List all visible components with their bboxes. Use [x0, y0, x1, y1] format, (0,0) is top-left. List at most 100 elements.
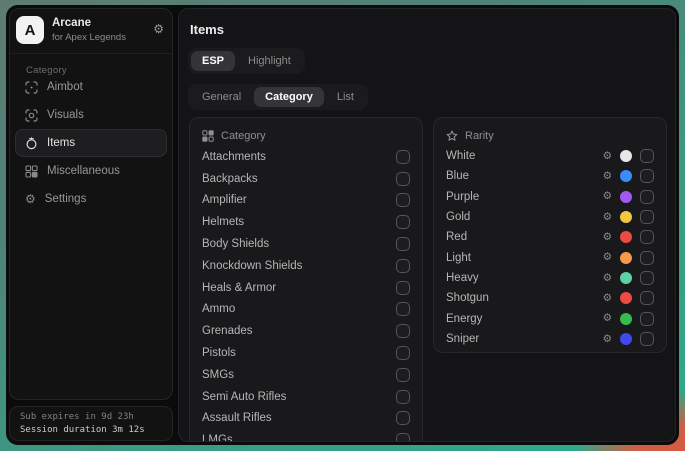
- mode-esp[interactable]: ESP: [191, 51, 235, 71]
- rarity-row-label: Light: [446, 252, 471, 264]
- page-title: Items: [190, 22, 224, 37]
- rarity-row-list: White⚙Blue⚙Purple⚙Gold⚙Red⚙Light⚙Heavy⚙S…: [446, 146, 654, 349]
- sidebar-item-items[interactable]: Items: [15, 129, 167, 157]
- grid-icon: [25, 165, 38, 178]
- tab-general[interactable]: General: [191, 87, 252, 107]
- category-row: Knockdown Shields: [202, 255, 410, 277]
- rarity-gear-icon[interactable]: ⚙: [603, 334, 612, 345]
- category-row-label: Pistols: [202, 347, 236, 359]
- rarity-checkbox[interactable]: [640, 251, 654, 265]
- rarity-row: Heavy⚙: [446, 268, 654, 288]
- rarity-row: Light ⚙: [446, 247, 654, 267]
- sidebar-item-label: Settings: [45, 193, 87, 205]
- category-row: Helmets: [202, 211, 410, 233]
- rarity-row: Sniper⚙: [446, 329, 654, 349]
- rarity-color-swatch[interactable]: [620, 272, 632, 284]
- category-panel: Category AttachmentsBackpacksAmplifierHe…: [189, 117, 423, 442]
- rarity-checkbox[interactable]: [640, 332, 654, 346]
- category-checkbox[interactable]: [396, 281, 410, 295]
- subscription-info-card: Sub expires in 9d 23h Session duration 3…: [9, 406, 173, 441]
- rarity-row: Energy⚙: [446, 308, 654, 328]
- rarity-row-controls: ⚙: [603, 149, 654, 163]
- rarity-row: Shotgun ⚙: [446, 288, 654, 308]
- category-checkbox[interactable]: [396, 193, 410, 207]
- crosshair-frame-icon: [25, 81, 38, 94]
- rarity-color-swatch[interactable]: [620, 211, 632, 223]
- category-row: Attachments: [202, 146, 410, 168]
- category-row: Ammo: [202, 299, 410, 321]
- rarity-color-swatch[interactable]: [620, 333, 632, 345]
- rarity-color-swatch[interactable]: [620, 292, 632, 304]
- main-panel: Items ESP Highlight General Category Lis…: [178, 8, 676, 442]
- settings-gear-icon[interactable]: ⚙: [153, 22, 164, 36]
- category-row-label: Heals & Armor: [202, 282, 276, 294]
- rarity-checkbox[interactable]: [640, 190, 654, 204]
- category-row: Pistols: [202, 342, 410, 364]
- rarity-color-swatch[interactable]: [620, 313, 632, 325]
- rarity-color-swatch[interactable]: [620, 252, 632, 264]
- sidebar-item-miscellaneous[interactable]: Miscellaneous: [15, 157, 167, 185]
- session-duration-text: Session duration 3m 12s: [20, 425, 172, 435]
- rarity-row: Purple⚙: [446, 187, 654, 207]
- rarity-row-controls: ⚙: [603, 210, 654, 224]
- category-checkbox[interactable]: [396, 368, 410, 382]
- tab-category[interactable]: Category: [254, 87, 324, 107]
- rarity-row: Gold ⚙: [446, 207, 654, 227]
- sidebar-item-visuals[interactable]: Visuals: [15, 101, 167, 129]
- sidebar-item-aimbot[interactable]: Aimbot: [15, 73, 167, 101]
- rarity-checkbox[interactable]: [640, 149, 654, 163]
- category-row: Backpacks: [202, 168, 410, 190]
- category-checkbox[interactable]: [396, 302, 410, 316]
- category-row: Heals & Armor: [202, 277, 410, 299]
- rarity-row-label: White: [446, 150, 475, 162]
- category-checkbox[interactable]: [396, 237, 410, 251]
- rarity-color-swatch[interactable]: [620, 191, 632, 203]
- rarity-color-swatch[interactable]: [620, 231, 632, 243]
- category-checkbox[interactable]: [396, 259, 410, 273]
- app-logo: A: [16, 16, 44, 44]
- rarity-gear-icon[interactable]: ⚙: [603, 171, 612, 182]
- category-row-label: Grenades: [202, 325, 253, 337]
- sidebar: A Arcane for Apex Legends ⚙ Category Aim…: [9, 8, 173, 400]
- sidebar-nav: Aimbot Visuals Items: [15, 73, 167, 213]
- loot-target-icon: [25, 137, 38, 150]
- rarity-row-label: Gold: [446, 211, 470, 223]
- category-row-label: Backpacks: [202, 173, 258, 185]
- category-checkbox[interactable]: [396, 215, 410, 229]
- rarity-gear-icon[interactable]: ⚙: [603, 191, 612, 202]
- rarity-color-swatch[interactable]: [620, 150, 632, 162]
- mode-highlight[interactable]: Highlight: [237, 51, 302, 71]
- category-checkbox[interactable]: [396, 172, 410, 186]
- rarity-color-swatch[interactable]: [620, 170, 632, 182]
- sidebar-item-settings[interactable]: ⚙ Settings: [15, 185, 167, 213]
- category-checkbox[interactable]: [396, 324, 410, 338]
- category-checkbox[interactable]: [396, 411, 410, 425]
- rarity-checkbox[interactable]: [640, 312, 654, 326]
- category-row: Grenades: [202, 320, 410, 342]
- rarity-gear-icon[interactable]: ⚙: [603, 273, 612, 284]
- rarity-checkbox[interactable]: [640, 291, 654, 305]
- rarity-checkbox[interactable]: [640, 210, 654, 224]
- category-row-label: Assault Rifles: [202, 412, 272, 424]
- rarity-gear-icon[interactable]: ⚙: [603, 313, 612, 324]
- tab-list[interactable]: List: [326, 87, 365, 107]
- category-checkbox[interactable]: [396, 150, 410, 164]
- rarity-checkbox[interactable]: [640, 271, 654, 285]
- category-checkbox[interactable]: [396, 433, 410, 442]
- rarity-row-label: Shotgun: [446, 292, 489, 304]
- category-row: SMGs: [202, 364, 410, 386]
- rarity-checkbox[interactable]: [640, 169, 654, 183]
- rarity-row-label: Blue: [446, 170, 469, 182]
- rarity-gear-icon[interactable]: ⚙: [603, 151, 612, 162]
- rarity-row: Red⚙: [446, 227, 654, 247]
- rarity-checkbox[interactable]: [640, 230, 654, 244]
- rarity-gear-icon[interactable]: ⚙: [603, 232, 612, 243]
- category-row-label: Body Shields: [202, 238, 269, 250]
- rarity-gear-icon[interactable]: ⚙: [603, 252, 612, 263]
- rarity-gear-icon[interactable]: ⚙: [603, 293, 612, 304]
- category-checkbox[interactable]: [396, 390, 410, 404]
- category-row: LMGs: [202, 429, 410, 442]
- category-row-label: Amplifier: [202, 194, 247, 206]
- category-checkbox[interactable]: [396, 346, 410, 360]
- rarity-gear-icon[interactable]: ⚙: [603, 212, 612, 223]
